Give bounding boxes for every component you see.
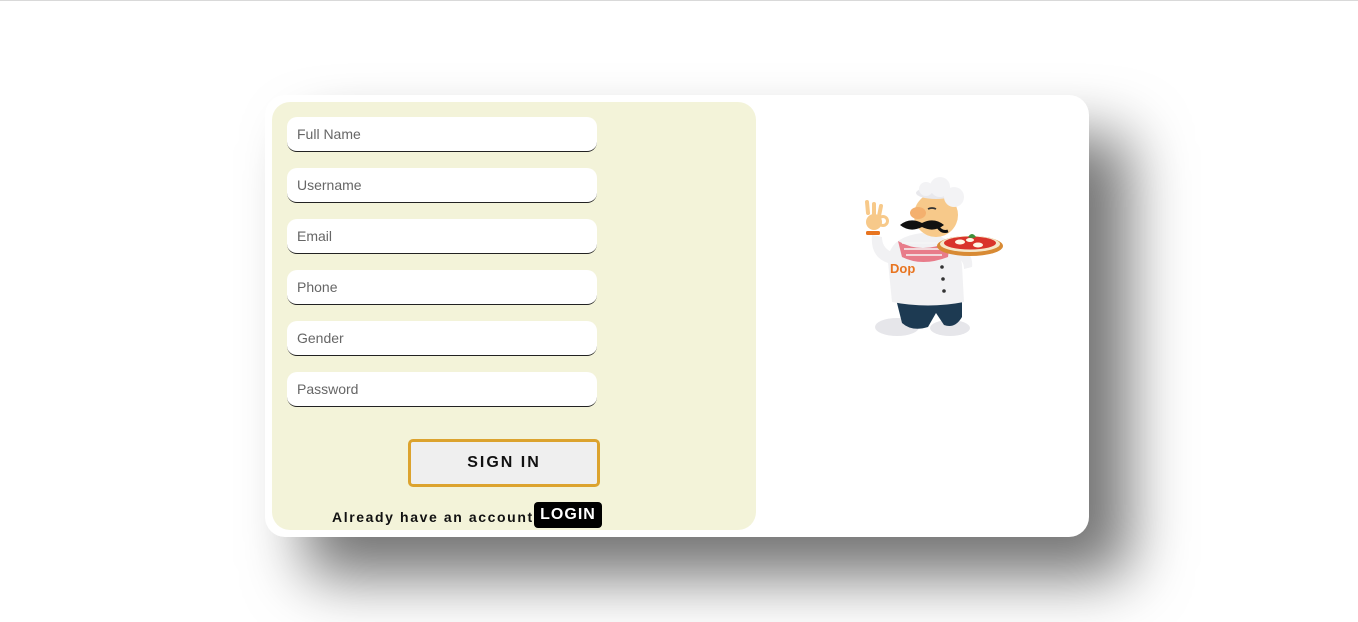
sign-in-button[interactable]: SIGN IN xyxy=(408,439,600,487)
login-button[interactable]: LOGIN xyxy=(534,502,602,528)
top-divider xyxy=(0,0,1358,1)
signup-form-panel: SIGN IN Already have an account? LOGIN xyxy=(272,102,756,530)
already-have-account-text: Already have an account? xyxy=(332,509,544,525)
email-input[interactable] xyxy=(287,219,597,254)
chef-badge-logo: Dop xyxy=(890,261,915,276)
pizza-chef-illustration: Dop xyxy=(865,177,1003,336)
phone-input[interactable] xyxy=(287,270,597,305)
username-input[interactable] xyxy=(287,168,597,203)
gender-input[interactable] xyxy=(287,321,597,356)
signup-card: SIGN IN Already have an account? LOGIN D… xyxy=(265,95,1089,537)
password-input[interactable] xyxy=(287,372,597,407)
full-name-input[interactable] xyxy=(287,117,597,152)
